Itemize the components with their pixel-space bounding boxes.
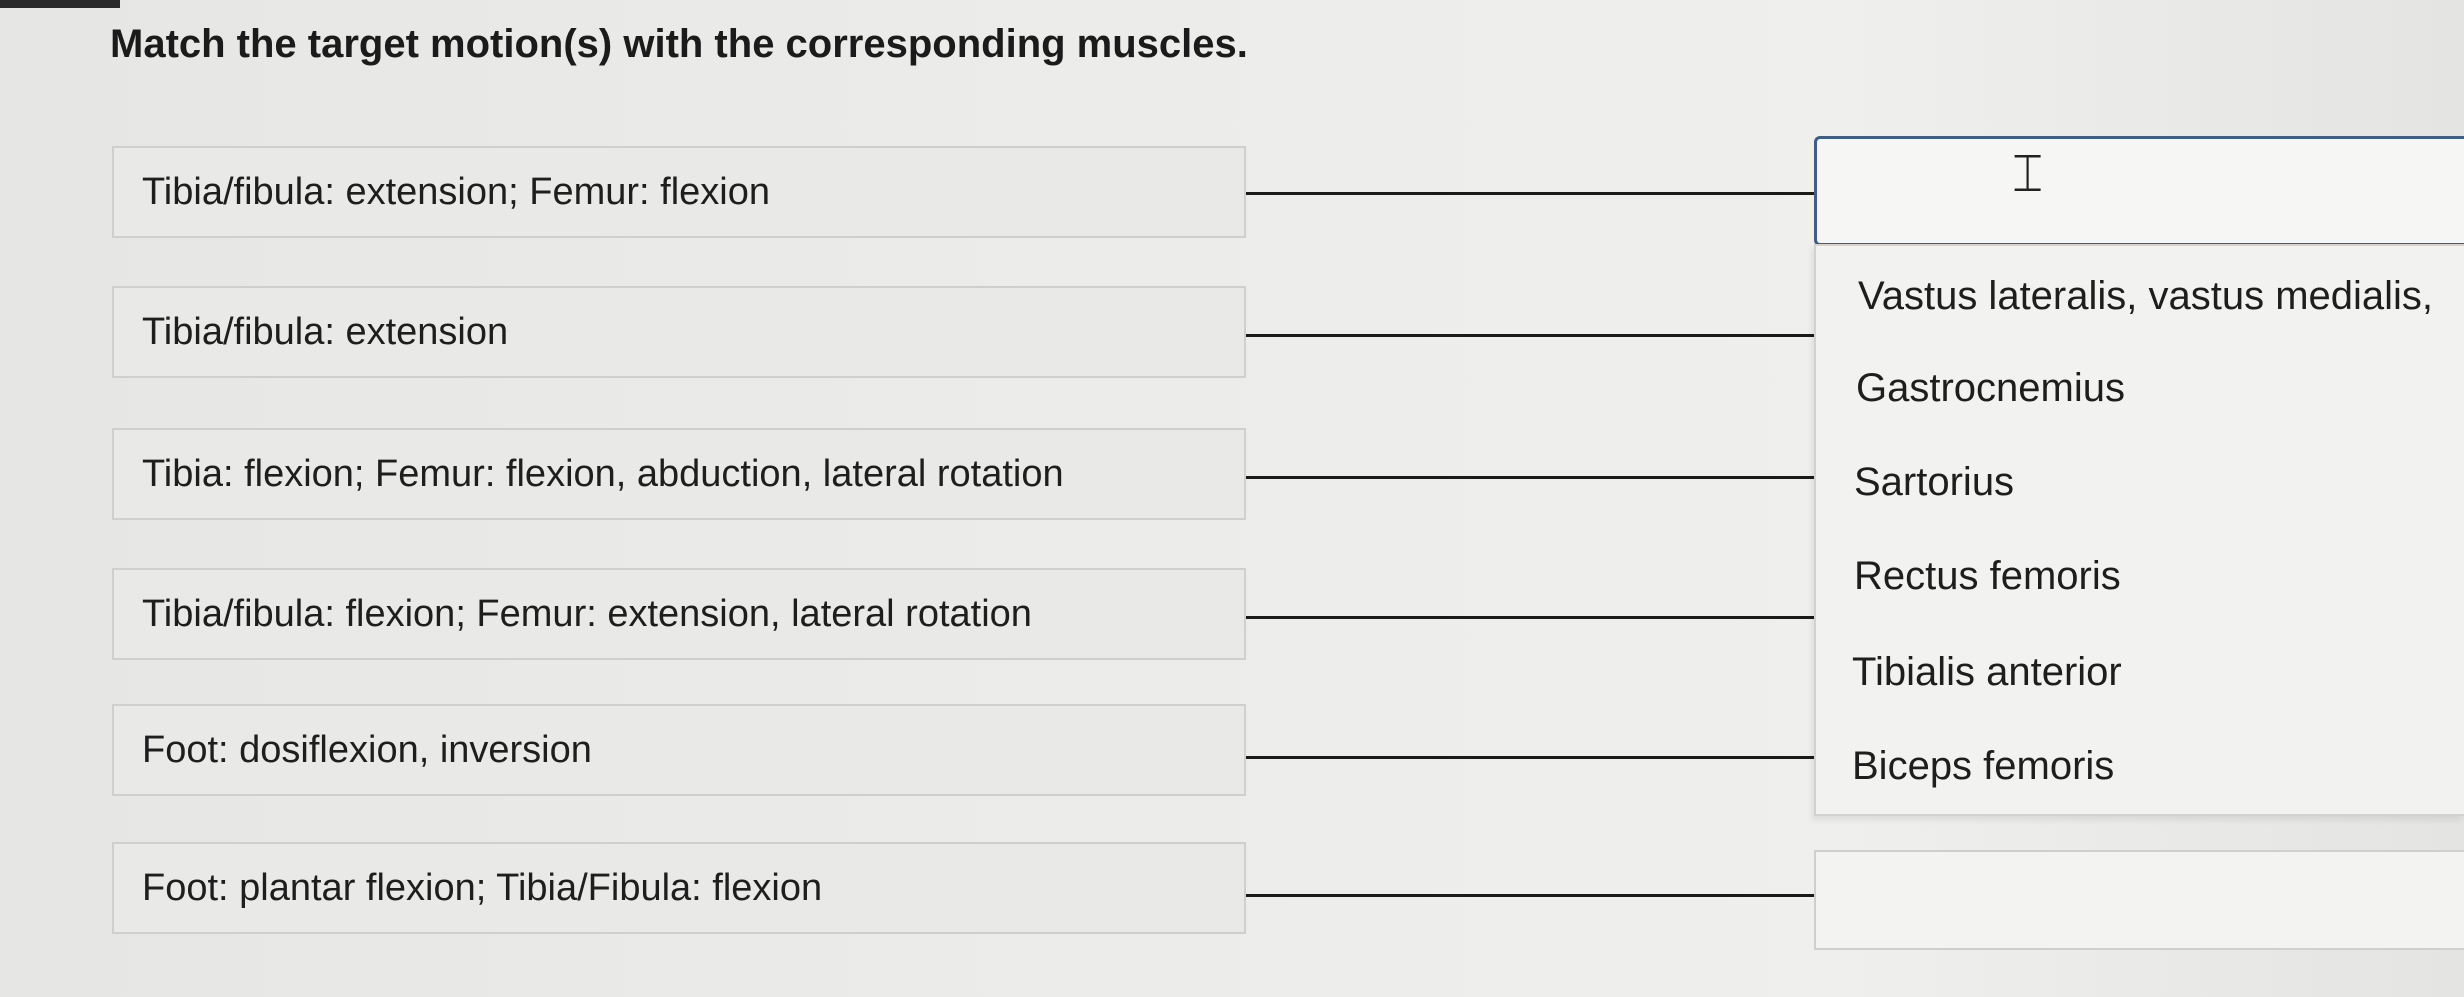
- prompt-item: Tibia: flexion; Femur: flexion, abductio…: [112, 428, 1246, 520]
- window-corner-mark: [0, 0, 120, 8]
- connector-line: [1246, 476, 1816, 479]
- muscle-dropdown-list[interactable]: Vastus lateralis, vastus medialis, Gastr…: [1814, 244, 2464, 816]
- text-cursor-icon: ⌶: [2012, 144, 2044, 204]
- dropdown-option[interactable]: Rectus femoris: [1854, 554, 2121, 599]
- connector-line: [1246, 334, 1816, 337]
- connector-line: [1246, 616, 1816, 619]
- prompt-item: Foot: plantar flexion; Tibia/Fibula: fle…: [112, 842, 1246, 934]
- answer-dropdown[interactable]: [1814, 850, 2464, 950]
- dropdown-option[interactable]: Sartorius: [1854, 460, 2014, 505]
- dropdown-option[interactable]: Tibialis anterior: [1852, 650, 2122, 695]
- prompt-text: Tibia: flexion; Femur: flexion, abductio…: [142, 452, 1064, 495]
- prompt-item: Tibia/fibula: extension; Femur: flexion: [112, 146, 1246, 238]
- connector-line: [1246, 192, 1816, 195]
- connector-line: [1246, 756, 1816, 759]
- prompt-text: Tibia/fibula: flexion; Femur: extension,…: [142, 592, 1032, 635]
- prompt-item: Tibia/fibula: flexion; Femur: extension,…: [112, 568, 1246, 660]
- prompt-item: Tibia/fibula: extension: [112, 286, 1246, 378]
- dropdown-option[interactable]: Vastus lateralis, vastus medialis,: [1858, 274, 2433, 319]
- question-title: Match the target motion(s) with the corr…: [110, 22, 1248, 66]
- connector-line: [1246, 894, 1816, 897]
- prompt-text: Tibia/fibula: extension; Femur: flexion: [142, 170, 771, 213]
- dropdown-option[interactable]: Biceps femoris: [1852, 744, 2114, 789]
- dropdown-option[interactable]: Gastrocnemius: [1856, 366, 2125, 411]
- prompt-item: Foot: dosiflexion, inversion: [112, 704, 1246, 796]
- answer-dropdown-active[interactable]: [1814, 136, 2464, 246]
- prompt-text: Foot: dosiflexion, inversion: [142, 728, 592, 771]
- prompt-text: Tibia/fibula: extension: [142, 310, 509, 353]
- prompt-text: Foot: plantar flexion; Tibia/Fibula: fle…: [142, 866, 823, 909]
